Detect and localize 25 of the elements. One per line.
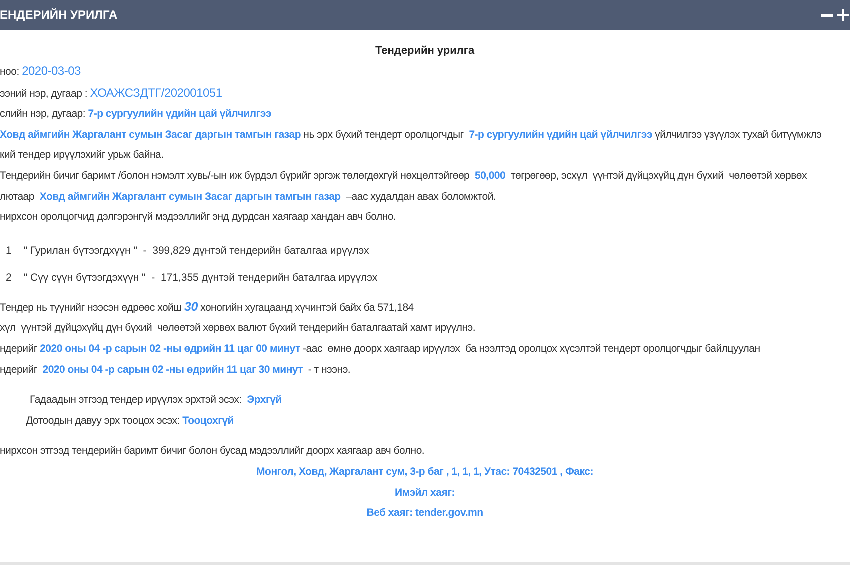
paragraph: Тендерийн бичиг баримт /болон нэмэлт хувь/-ын иж бүрдэл бүрийг эргэж төлөгдөхгүй нөхцөлтэйгөөр 50,000 төгрөгөөр, эсхүл үүнтэй дүйцэхүйц дүн бүхий чөлөөтэй хөрвөх [0, 168, 808, 184]
paragraph: Гадаадын этгээд тендер ирүүлэх эрхтэй эсэх: Эрхгүй [29, 393, 283, 408]
paragraph: хүл үүнтэй дүйцэхүйц дүн бүхий чөлөөтэй хөрвөх валют бүхий тендерийн баталгаатай хамт ирүүлнэ. [0, 321, 477, 336]
paragraph: слийн нэр, дугаар: 7-р сургуулийн үдийн цай үйлчилгээ [0, 107, 272, 122]
list-item-text: " Гурилан бүтээгдхүүн " - 399,829 дүнтэй тендерийн баталгаа ирүүлэх [24, 244, 370, 259]
paragraph: Имэйл хаяг: [394, 486, 456, 500]
list-number: 2 [6, 270, 12, 286]
paragraph: нирхсон этгээд тендерийн баримт бичиг болон бусад мэдээллийг доорх хаягаар авч болно. [0, 444, 426, 460]
paragraph: ндерийг 2020 оны 04 -р сарын 02 -ны өдрийн 11 цаг 00 минут -аас өмнө доорх хаягаар ирүүлэх ба нээлтэд оролцох хүсэлтэй тендерт оролцогчдыг байлцуулан [0, 342, 762, 357]
panel-title: ЕНДЕРИЙН УРИЛГА [0, 8, 118, 22]
paragraph: ээний нэр, дугаар : ХОАЖСЗДТГ/202001051 [0, 84, 224, 102]
list-number: 1 [6, 244, 12, 259]
paragraph: Монгол, Ховд, Жаргалант сум, 3-р баг , 1, 1, 1, Утас: 70432501 , Факс: [256, 464, 594, 480]
paragraph: ноо: 2020-03-03 [0, 63, 82, 80]
paragraph: нирхсон оролцогчид дэлгэрэнгүй мэдээллийг энд дурдсан хаягаар хандан авч болно. [0, 210, 398, 226]
paragraph: ндерийг 2020 оны 04 -р сарын 02 -ны өдрийн 11 цаг 30 минут - т нээнэ. [0, 362, 352, 378]
paragraph: лютаар Ховд аймгийн Жаргалант сумын Засаг даргын тамгын газар –аас худалдан авах боломжтой. [0, 190, 498, 205]
paragraph: Веб хаяг: tender.gov.mn [366, 506, 484, 522]
document-title: Тендерийн урилга [374, 44, 476, 59]
paragraph: Тендер нь түүнийг нээсэн өдрөөс хойш 30 хоногийн хугацаанд хүчинтэй байх ба 571,184 [0, 298, 415, 316]
paragraph: Ховд аймгийн Жаргалант сумын Засаг даргын тамгын газар нь эрх бүхий тендерт оролцогчдыг 7-р сургуулийн үдийн цай үйлчилгээ үйлчилгээ үзүүлэх тухай битүүмжлэ [0, 128, 823, 143]
paragraph: Дотоодын давуу эрх тооцох эсэх: Тооцохгүй [25, 414, 236, 429]
paragraph: кий тендер ирүүлэхийг урьж байна. [0, 148, 165, 164]
list-item-text: " Сүү сүүн бүтээгдэхүүн " - 171,355 дүнтэй тендерийн баталгаа ирүүлэх [24, 270, 378, 286]
expand-icon[interactable] [836, 8, 850, 22]
